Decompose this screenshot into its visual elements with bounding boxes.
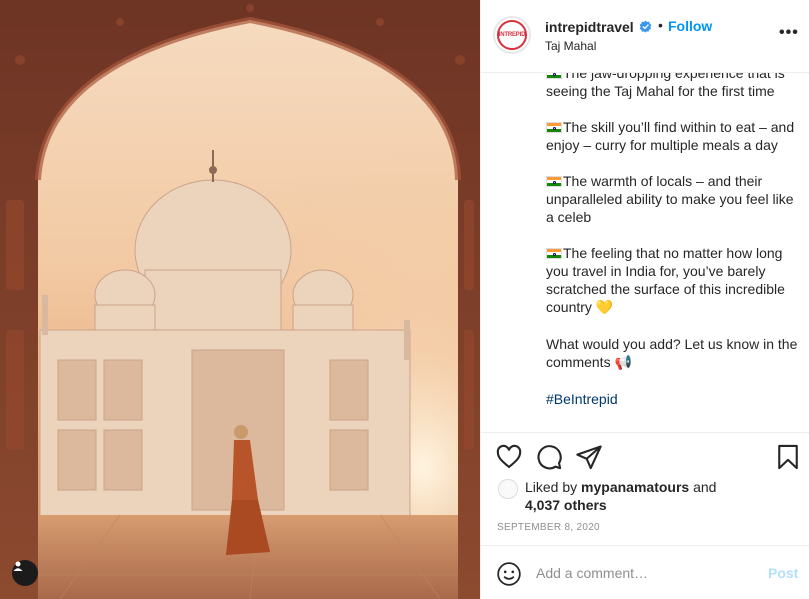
- username-link[interactable]: intrepidtravel: [545, 19, 634, 35]
- india-flag-icon: [546, 176, 562, 187]
- user-tag-icon[interactable]: [12, 560, 38, 586]
- post-photo[interactable]: [0, 0, 480, 599]
- taj-mahal-image: [0, 0, 480, 599]
- location-link[interactable]: Taj Mahal: [545, 39, 596, 53]
- liker-avatar[interactable]: [498, 479, 518, 499]
- paper-plane-icon[interactable]: [575, 443, 603, 471]
- likes-others-link[interactable]: 4,037 others: [525, 497, 607, 513]
- post-header: INTREPID intrepidtravel • Follow Taj Mah…: [481, 0, 809, 73]
- caption-paragraph: #BeIntrepid: [546, 390, 804, 408]
- heart-icon[interactable]: [495, 443, 523, 471]
- brand-logo: INTREPID: [497, 20, 527, 50]
- caption-paragraph: The warmth of locals – and their unparal…: [546, 173, 794, 225]
- caption-paragraph: The skill you’ll find within to eat – an…: [546, 119, 795, 153]
- divider: [481, 545, 809, 546]
- divider: [481, 432, 809, 433]
- follow-button[interactable]: Follow: [668, 18, 712, 34]
- bookmark-icon[interactable]: [774, 443, 802, 471]
- hashtag-link[interactable]: #BeIntrepid: [546, 391, 618, 407]
- caption: The jaw-dropping experience that is seei…: [481, 62, 809, 432]
- avatar[interactable]: INTREPID: [493, 16, 531, 54]
- caption-paragraph: The feeling that no matter how long you …: [546, 245, 785, 316]
- india-flag-icon: [546, 248, 562, 259]
- post-comment-button[interactable]: Post: [768, 565, 798, 581]
- more-options-icon[interactable]: •••: [779, 24, 799, 42]
- verified-badge-icon: [639, 20, 652, 33]
- separator-dot: •: [658, 17, 663, 33]
- post-panel: The jaw-dropping experience that is seei…: [480, 0, 809, 599]
- comment-input[interactable]: [536, 563, 756, 583]
- india-flag-icon: [546, 122, 562, 133]
- emoji-smiley-icon[interactable]: [496, 561, 522, 587]
- liker-username-link[interactable]: mypanamatours: [581, 479, 689, 495]
- caption-paragraph: What would you add? Let us know in the c…: [546, 336, 798, 371]
- comment-icon[interactable]: [535, 443, 563, 471]
- megaphone-icon: 📢: [614, 355, 632, 371]
- caption-text: The jaw-dropping experience that is seei…: [546, 64, 804, 426]
- likes-summary: Liked by mypanamatours and 4,037 others: [525, 479, 717, 513]
- post-date[interactable]: SEPTEMBER 8, 2020: [497, 522, 600, 533]
- yellow-heart-icon: 💛: [595, 300, 614, 316]
